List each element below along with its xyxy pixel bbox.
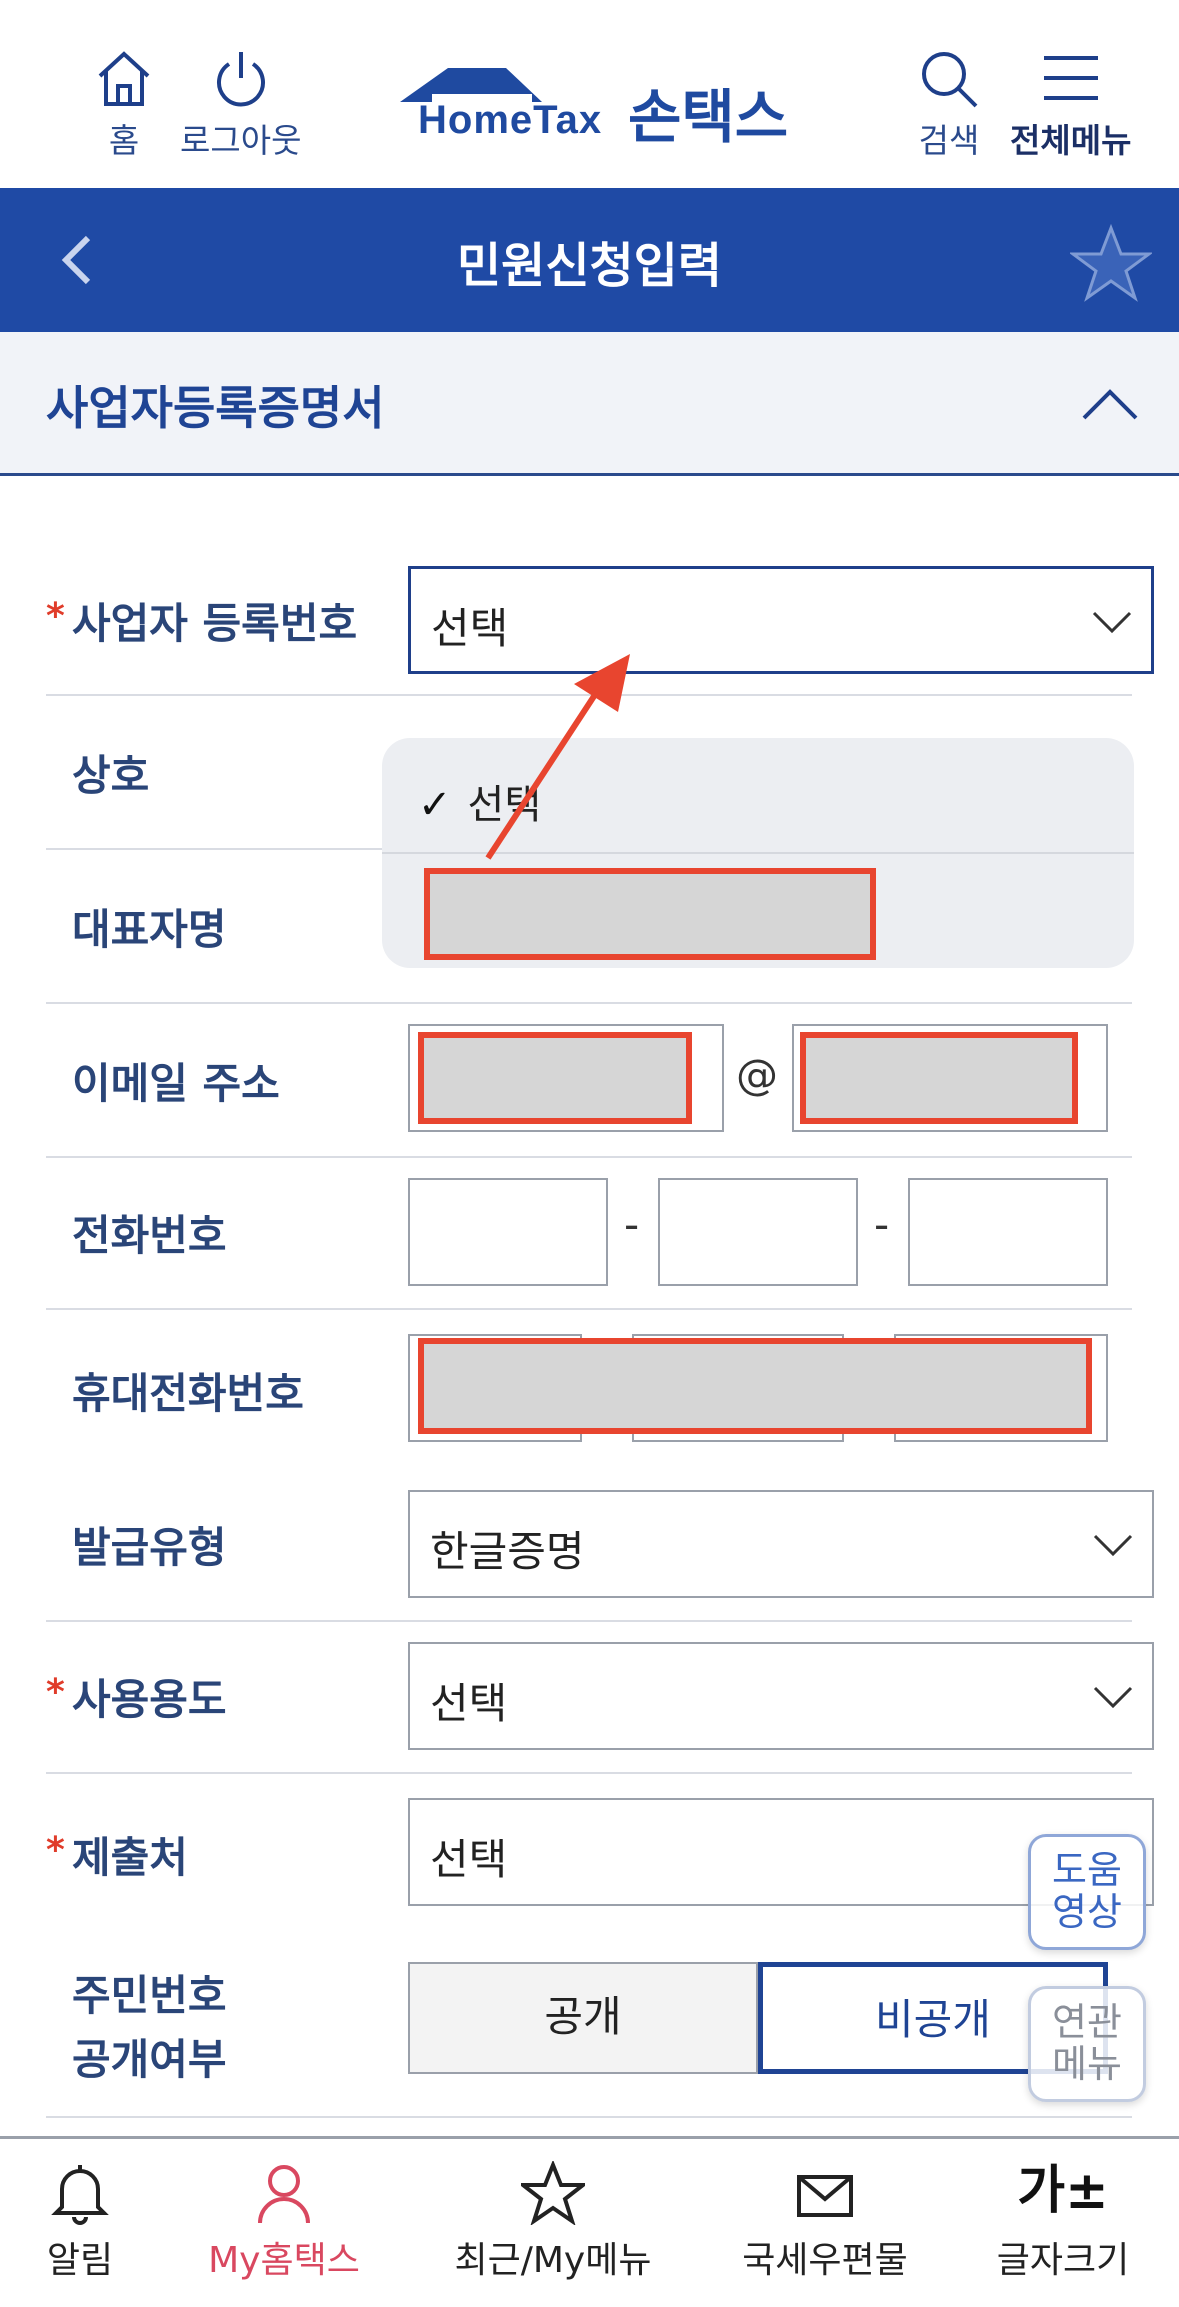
help-video-line1: 도움 xyxy=(1052,1848,1122,1892)
nav-font-size[interactable]: 가± 글자크기 xyxy=(990,2161,1136,2283)
top-bar: 홈 로그아웃 HomeTax 손택스 검색 전체메뉴 xyxy=(0,0,1179,188)
nav-my-hometax[interactable]: My홈택스 xyxy=(200,2161,368,2283)
star-icon xyxy=(521,2161,585,2225)
chevron-down-icon xyxy=(1092,611,1132,634)
redacted-dropdown-option[interactable] xyxy=(424,868,876,960)
required-mark: * xyxy=(46,1672,65,1713)
issue-type-value: 한글증명 xyxy=(430,1527,585,1576)
business-number-label: 사업자 등록번호 xyxy=(72,599,358,648)
business-number-value: 선택 xyxy=(431,604,509,653)
hometax-logo[interactable]: HomeTax 손택스 xyxy=(396,58,796,158)
nav-tax-mail-label: 국세우편물 xyxy=(742,2240,908,2281)
related-menu-button[interactable]: 연관 메뉴 xyxy=(1028,1986,1146,2102)
phone-separator: - xyxy=(874,1200,890,1249)
person-icon xyxy=(258,2165,310,2224)
nav-alarm-label: 알림 xyxy=(46,2240,114,2281)
email-label: 이메일 주소 xyxy=(72,1059,280,1108)
search-button[interactable]: 검색 xyxy=(916,48,982,162)
nav-my-hometax-label: My홈택스 xyxy=(208,2240,360,2281)
logo-text-ko: 손택스 xyxy=(628,83,789,151)
nav-alarm[interactable]: 알림 xyxy=(40,2161,120,2283)
logout-button[interactable]: 로그아웃 xyxy=(180,48,301,162)
redacted-email-domain xyxy=(800,1032,1078,1124)
home-button[interactable]: 홈 xyxy=(94,48,154,162)
rrn-label-line1: 주민번호 xyxy=(72,1971,227,2020)
phone-separator: - xyxy=(624,1200,640,1249)
required-mark: * xyxy=(46,1830,65,1871)
redacted-email-id xyxy=(418,1032,692,1124)
chevron-up-icon[interactable] xyxy=(1080,384,1140,424)
issue-type-row: 발급유형 한글증명 xyxy=(46,1466,1154,1622)
home-icon xyxy=(98,51,150,106)
checkmark-icon: ✓ xyxy=(418,782,452,828)
rrn-label-line2: 공개여부 xyxy=(72,2035,227,2084)
nav-font-size-label: 글자크기 xyxy=(996,2240,1130,2281)
submit-to-value: 선택 xyxy=(430,1835,508,1884)
logout-label: 로그아웃 xyxy=(180,121,302,160)
related-menu-line1: 연관 xyxy=(1052,2000,1122,2044)
help-video-button[interactable]: 도움 영상 xyxy=(1028,1834,1146,1950)
purpose-select[interactable]: 선택 xyxy=(408,1642,1154,1750)
chevron-down-icon xyxy=(1093,1686,1133,1709)
logo-text-en: HomeTax xyxy=(418,98,603,142)
issue-type-label: 발급유형 xyxy=(72,1523,227,1572)
font-size-icon: 가± xyxy=(1017,2161,1109,2221)
phone-part3-input[interactable] xyxy=(908,1178,1108,1286)
section-header[interactable]: 사업자등록증명서 xyxy=(0,332,1179,476)
purpose-label: 사용용도 xyxy=(72,1675,227,1724)
help-video-line2: 영상 xyxy=(1052,1890,1122,1934)
phone-part2-input[interactable] xyxy=(658,1178,858,1286)
favorite-star-icon[interactable] xyxy=(1070,224,1152,302)
mobile-label: 휴대전화번호 xyxy=(72,1369,304,1418)
section-title: 사업자등록증명서 xyxy=(46,381,385,435)
bell-icon xyxy=(51,2165,109,2225)
bottom-navigation: 알림 My홈택스 최근/My메뉴 국세우편물 가± 글자크기 xyxy=(0,2136,1179,2307)
representative-name-label: 대표자명 xyxy=(72,905,227,954)
redacted-mobile-number xyxy=(418,1338,1092,1434)
phone-row: 전화번호 - - xyxy=(46,1158,1132,1310)
rrn-public-option[interactable]: 공개 xyxy=(408,1962,758,2074)
purpose-row: * 사용용도 선택 xyxy=(46,1622,1154,1774)
phone-part1-input[interactable] xyxy=(408,1178,608,1286)
page-title: 민원신청입력 xyxy=(457,238,722,294)
submit-to-row: * 제출처 선택 xyxy=(46,1774,1154,1930)
submit-to-label: 제출처 xyxy=(72,1833,188,1882)
rrn-disclosure-toggle: 공개 비공개 xyxy=(408,1962,1108,2074)
home-label: 홈 xyxy=(108,121,140,160)
title-bar: 민원신청입력 xyxy=(0,188,1179,332)
trade-name-label: 상호 xyxy=(72,751,150,800)
issue-type-select[interactable]: 한글증명 xyxy=(408,1490,1154,1598)
required-mark: * xyxy=(46,596,65,637)
envelope-icon xyxy=(797,2175,853,2217)
all-menu-label: 전체메뉴 xyxy=(1010,121,1132,160)
annotation-arrow-icon xyxy=(485,654,630,860)
chevron-down-icon xyxy=(1093,1534,1133,1557)
email-at-sign: @ xyxy=(736,1050,778,1099)
hamburger-icon xyxy=(1043,56,1098,100)
phone-label: 전화번호 xyxy=(72,1211,227,1260)
related-menu-line2: 메뉴 xyxy=(1052,2042,1122,2086)
search-label: 검색 xyxy=(918,121,980,160)
nav-tax-mail[interactable]: 국세우편물 xyxy=(736,2161,914,2283)
purpose-value: 선택 xyxy=(430,1679,508,1728)
all-menu-button[interactable]: 전체메뉴 xyxy=(1010,48,1131,162)
power-icon xyxy=(216,52,265,107)
nav-recent-mymenu[interactable]: 최근/My메뉴 xyxy=(448,2161,658,2283)
nav-recent-label: 최근/My메뉴 xyxy=(454,2240,652,2281)
search-icon xyxy=(922,52,978,108)
